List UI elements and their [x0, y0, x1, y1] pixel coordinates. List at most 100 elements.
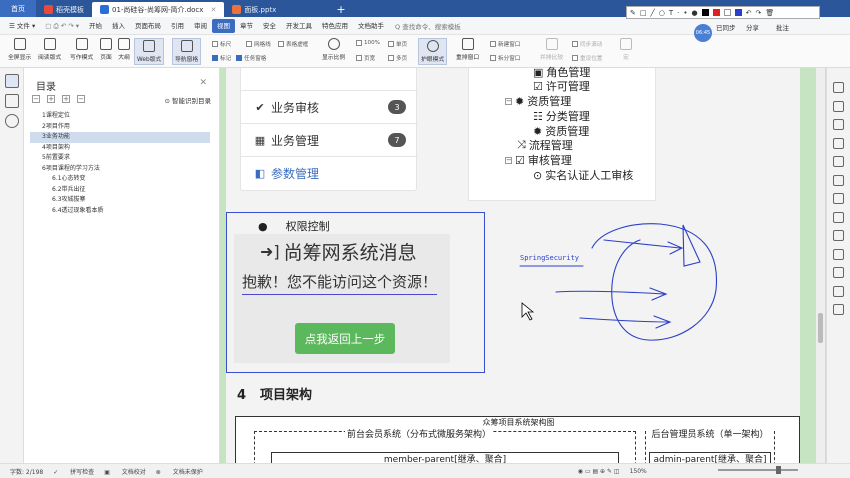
toolbar-quick-icons[interactable]: ▢ ⎙ ↶ ↷ ▾: [40, 19, 84, 33]
redo-icon[interactable]: ↷: [755, 9, 761, 17]
menu-item[interactable]: 开始: [84, 19, 107, 33]
expand-icon[interactable]: +: [47, 95, 55, 103]
dot-large-icon[interactable]: ●: [691, 9, 697, 17]
table-icon[interactable]: [833, 156, 844, 167]
search-icon[interactable]: [4, 114, 19, 128]
new-window-button[interactable]: 新建窗口: [490, 40, 520, 48]
scroll-thumb[interactable]: [818, 313, 823, 343]
close-tab-icon[interactable]: ✕: [210, 6, 216, 14]
translate-icon[interactable]: [833, 211, 844, 223]
menu-item[interactable]: 开发工具: [281, 19, 317, 33]
trash-icon[interactable]: 🗑: [765, 9, 774, 17]
help-icon[interactable]: [833, 304, 844, 315]
toc-icon[interactable]: [4, 74, 19, 88]
pen-icon[interactable]: ✎: [630, 9, 636, 17]
toc-item[interactable]: 4项目架构: [30, 143, 210, 154]
menu-item[interactable]: 安全: [258, 19, 281, 33]
rearrange-window-button[interactable]: 重排窗口: [456, 38, 479, 61]
toc-item[interactable]: 6.3攻城拔寨: [30, 195, 210, 206]
toc-item[interactable]: 3业务功能: [30, 132, 210, 143]
share-icon[interactable]: [833, 248, 844, 260]
zoom-level[interactable]: 150%: [630, 468, 647, 475]
shape-icon[interactable]: [833, 119, 844, 130]
web-view-button[interactable]: Web版式: [134, 38, 165, 65]
image-icon[interactable]: [833, 193, 844, 204]
comment-button[interactable]: 批注: [776, 22, 789, 32]
sync-status[interactable]: 已同步: [716, 22, 736, 32]
cursor-icon[interactable]: [833, 100, 844, 112]
reading-view-button[interactable]: 阅读版式: [38, 38, 61, 61]
tab-docer-templates[interactable]: 稻壳模板: [36, 2, 92, 17]
color-black[interactable]: [701, 9, 709, 16]
tab-document[interactable]: 01-尚硅谷-尚筹网-简介.docx ✕: [92, 2, 225, 17]
reset-position-button[interactable]: 重设位置: [572, 54, 602, 62]
new-tab-button[interactable]: +: [328, 2, 353, 17]
toc-item[interactable]: 6项目课程的学习方法: [30, 164, 210, 175]
color-white[interactable]: [723, 9, 731, 16]
print-icon[interactable]: [833, 267, 844, 278]
zoom-100-button[interactable]: 100%: [356, 40, 380, 46]
macro-button[interactable]: 宏: [620, 38, 632, 61]
toc-item[interactable]: 6.4透过现象看本质: [30, 206, 210, 217]
expand-icon[interactable]: [833, 82, 844, 93]
settings-icon[interactable]: [833, 230, 844, 241]
dot-medium-icon[interactable]: •: [683, 9, 687, 17]
doc-proof[interactable]: ▣ 文档校对: [104, 467, 146, 476]
menu-item[interactable]: 章节: [235, 19, 258, 33]
menu-item[interactable]: 文档助手: [353, 19, 389, 33]
text-tool-icon[interactable]: T: [669, 9, 673, 17]
toc-item[interactable]: 2项目作用: [30, 122, 210, 133]
eye-protect-button[interactable]: 护眼模式: [418, 38, 448, 65]
toc-item[interactable]: 5前置要求: [30, 153, 210, 164]
collapse-icon[interactable]: −: [32, 95, 40, 103]
color-red[interactable]: [712, 9, 720, 16]
fullscreen-button[interactable]: 全屏显示: [8, 38, 31, 61]
line-tool-icon[interactable]: ╱: [651, 9, 655, 17]
color-blue[interactable]: [734, 9, 742, 16]
outline-view-button[interactable]: 大纲: [118, 38, 130, 61]
word-count[interactable]: 字数: 2/198: [10, 467, 43, 476]
menu-item[interactable]: 审阅: [189, 19, 212, 33]
check-gridlines[interactable]: 网格线: [246, 40, 271, 48]
toc-item[interactable]: 6.2带兵出征: [30, 185, 210, 196]
smart-toc-button[interactable]: ⊙ 智能识别目录: [164, 95, 211, 105]
avatar[interactable]: 06:45: [694, 24, 712, 42]
doc-protect[interactable]: ⊗ 文档未保护: [156, 467, 203, 476]
check-table-frame[interactable]: 表格虚框: [278, 40, 308, 48]
style-icon[interactable]: [833, 137, 844, 149]
command-search[interactable]: Q 查找命令、搜索模板: [395, 21, 461, 31]
tab-ppt[interactable]: 面板.pptx: [224, 2, 284, 17]
chart-icon[interactable]: [833, 174, 844, 186]
more-icon[interactable]: [833, 285, 844, 297]
rect-tool-icon[interactable]: □: [640, 9, 647, 17]
toc-item[interactable]: 1课程定位: [30, 111, 210, 122]
bookmark-icon[interactable]: [4, 94, 19, 108]
nav-pane-button[interactable]: 导航窗格: [172, 38, 202, 65]
share-button[interactable]: 分享: [746, 22, 759, 32]
writing-mode-button[interactable]: 写作模式: [70, 38, 93, 61]
remove-item-icon[interactable]: −: [77, 95, 85, 103]
page-view-button[interactable]: 页面: [100, 38, 112, 61]
check-ruler[interactable]: 标尺: [212, 40, 231, 48]
dot-small-icon[interactable]: ·: [677, 9, 679, 17]
tab-home[interactable]: 首页: [0, 0, 36, 17]
menu-item[interactable]: 特色应用: [317, 19, 353, 33]
side-by-side-button[interactable]: 并排比较: [540, 38, 563, 61]
add-item-icon[interactable]: +: [62, 95, 70, 103]
vertical-scrollbar[interactable]: [816, 68, 825, 463]
split-window-button[interactable]: 拆分窗口: [490, 54, 520, 62]
single-page-button[interactable]: 单页: [388, 40, 407, 48]
menu-item[interactable]: 插入: [107, 19, 130, 33]
sync-scroll-button[interactable]: 同步滚动: [572, 40, 602, 48]
toc-item[interactable]: 6.1心态转变: [30, 174, 210, 185]
menu-item[interactable]: 引用: [166, 19, 189, 33]
spell-check[interactable]: ✓ 拼写检查: [53, 467, 94, 476]
close-icon[interactable]: ✕: [199, 78, 207, 88]
menu-item[interactable]: 页面布局: [130, 19, 166, 33]
menu-item[interactable]: 视图: [212, 18, 236, 33]
circle-tool-icon[interactable]: ○: [659, 9, 665, 17]
undo-icon[interactable]: ↶: [746, 9, 752, 17]
zoom-slider[interactable]: [718, 469, 798, 471]
check-marks[interactable]: 标记: [212, 54, 231, 62]
menu-file[interactable]: ☰ 文件 ▾: [4, 19, 40, 33]
